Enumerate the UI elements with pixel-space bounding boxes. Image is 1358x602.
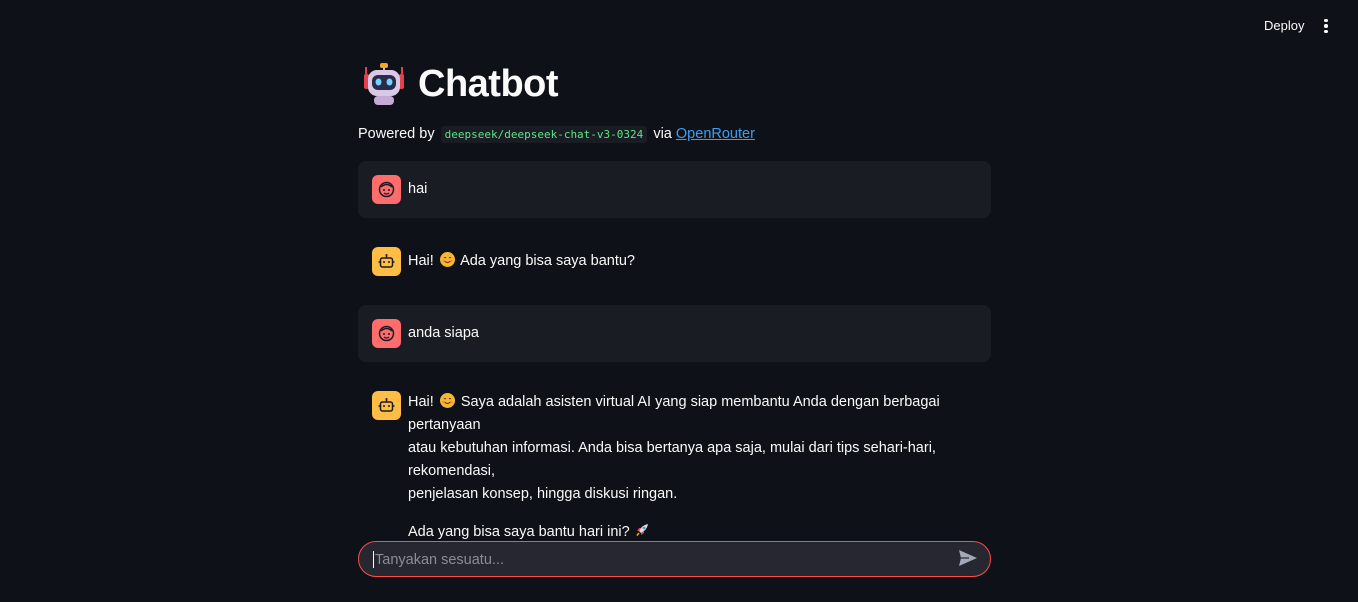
robot-emoji-icon bbox=[362, 62, 406, 106]
user-face-icon bbox=[372, 319, 401, 348]
message-text: hai bbox=[408, 181, 428, 197]
message-text: Hai! Saya adalah asisten virtual AI yang… bbox=[408, 391, 981, 561]
page-title: Chatbot bbox=[418, 62, 559, 105]
chat-message-user: anda siapa bbox=[358, 305, 991, 362]
send-icon[interactable] bbox=[958, 549, 980, 569]
page-header: Chatbot bbox=[362, 62, 559, 106]
robot-icon bbox=[372, 391, 401, 420]
message-paragraph: Hai! Saya adalah asisten virtual AI yang… bbox=[408, 393, 940, 502]
openrouter-link[interactable]: OpenRouter bbox=[676, 126, 755, 142]
chat-message-assistant: Hai! Saya adalah asisten virtual AI yang… bbox=[358, 377, 991, 540]
text-caret bbox=[373, 551, 374, 568]
top-toolbar: Deploy bbox=[0, 0, 1358, 52]
kebab-menu-icon[interactable] bbox=[1314, 14, 1338, 38]
chat-message-assistant: Hai! Ada yang bisa saya bantu? bbox=[358, 233, 991, 290]
robot-icon bbox=[372, 247, 401, 276]
chat-input-container bbox=[358, 541, 991, 578]
subtitle-via: via bbox=[653, 126, 672, 142]
message-text: anda siapa bbox=[408, 325, 479, 341]
smiling-face-emoji-icon bbox=[439, 252, 455, 267]
powered-by-caption: Powered by deepseek/deepseek-chat-v3-032… bbox=[358, 126, 755, 143]
model-code: deepseek/deepseek-chat-v3-0324 bbox=[440, 126, 648, 143]
message-text: Hai! Ada yang bisa saya bantu? bbox=[408, 252, 635, 269]
user-face-icon bbox=[372, 175, 401, 204]
subtitle-prefix: Powered by bbox=[358, 126, 435, 142]
chat-message-user: hai bbox=[358, 161, 991, 218]
deploy-button[interactable]: Deploy bbox=[1252, 15, 1316, 37]
smiling-face-emoji-icon bbox=[439, 393, 455, 408]
chat-input[interactable] bbox=[373, 542, 947, 578]
